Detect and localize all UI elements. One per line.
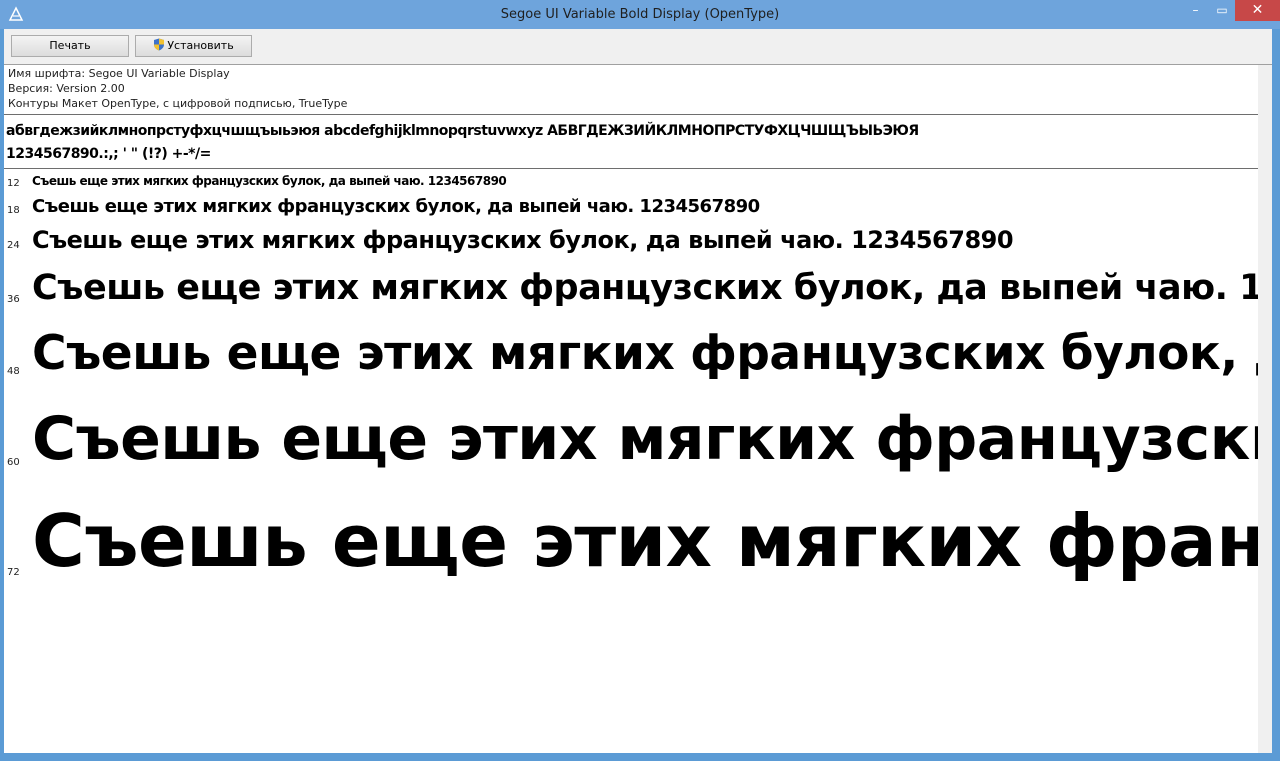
- sample-size-label: 24: [7, 240, 20, 251]
- font-preview-pane[interactable]: Имя шрифта: Segoe UI Variable Display Ве…: [4, 65, 1258, 753]
- sample-text-12: Съешь еще этих мягких французских булок,…: [32, 174, 507, 188]
- sample-size-label: 12: [7, 178, 20, 189]
- sample-text-24: Съешь еще этих мягких французских булок,…: [32, 226, 1014, 254]
- charset-line-letters: абвгдежзийклмнопрстуфхцчшщъыьэюя abcdefg…: [6, 123, 919, 139]
- font-outline-line: Контуры Макет OpenType, с цифровой подпи…: [8, 97, 348, 110]
- maximize-button[interactable]: ▭: [1209, 0, 1235, 21]
- client-area: Печать Установить Имя шрифта: Segoe UI V…: [4, 29, 1272, 753]
- close-button[interactable]: ✕: [1235, 0, 1280, 21]
- sample-text-18: Съешь еще этих мягких французских булок,…: [32, 196, 760, 217]
- font-version-line: Версия: Version 2.00: [8, 82, 125, 95]
- title-bar[interactable]: Segoe UI Variable Bold Display (OpenType…: [0, 0, 1280, 29]
- divider: [4, 114, 1258, 115]
- charset-line-digits: 1234567890.:,; ' " (!?) +-*/=: [6, 146, 211, 162]
- sample-text-72: Съешь еще этих мягких французских булок,…: [32, 499, 1258, 583]
- install-button-label: Установить: [167, 39, 234, 52]
- divider: [4, 168, 1258, 169]
- close-icon: ✕: [1251, 2, 1264, 18]
- install-button[interactable]: Установить: [135, 35, 252, 57]
- sample-text-36: Съешь еще этих мягких французских булок,…: [32, 268, 1258, 308]
- sample-size-label: 48: [7, 366, 20, 377]
- font-name-line: Имя шрифта: Segoe UI Variable Display: [8, 67, 230, 80]
- sample-size-label: 72: [7, 567, 20, 578]
- font-viewer-window: Segoe UI Variable Bold Display (OpenType…: [0, 0, 1280, 761]
- minimize-button[interactable]: –: [1182, 0, 1209, 21]
- uac-shield-icon: [153, 38, 165, 51]
- toolbar: Печать Установить: [4, 29, 1272, 65]
- vertical-scrollbar[interactable]: [1258, 65, 1272, 753]
- sample-size-label: 18: [7, 205, 20, 216]
- minimize-icon: –: [1192, 3, 1199, 17]
- print-button[interactable]: Печать: [11, 35, 129, 57]
- print-button-label: Печать: [49, 39, 91, 52]
- sample-size-label: 36: [7, 294, 20, 305]
- maximize-icon: ▭: [1216, 3, 1228, 17]
- sample-size-label: 60: [7, 457, 20, 468]
- window-title: Segoe UI Variable Bold Display (OpenType…: [500, 7, 780, 22]
- sample-text-48: Съешь еще этих мягких французских булок,…: [32, 326, 1258, 381]
- sample-text-60: Съешь еще этих мягких французских булок,…: [32, 404, 1258, 474]
